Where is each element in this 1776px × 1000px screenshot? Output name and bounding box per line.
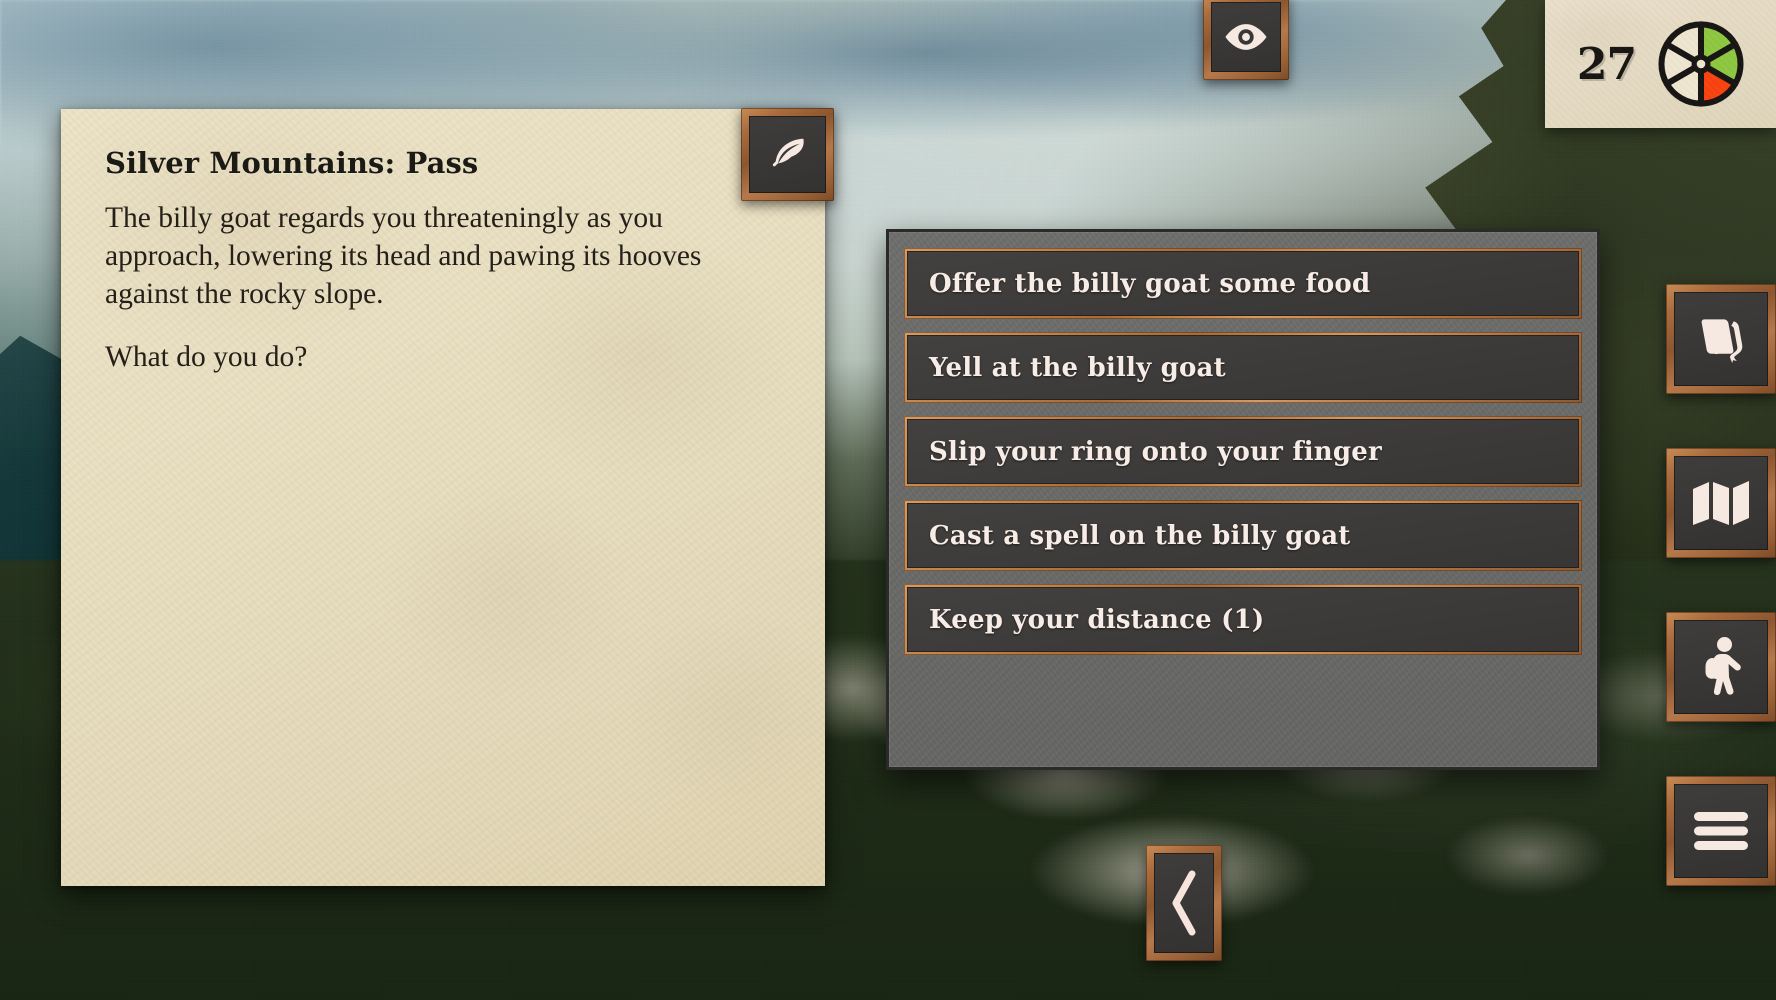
journal-button[interactable] bbox=[1666, 284, 1776, 394]
story-paragraph: The billy goat regards you threateningly… bbox=[105, 202, 702, 310]
story-panel: Silver Mountains: Pass The billy goat re… bbox=[61, 109, 825, 886]
chevron-left-icon bbox=[1172, 870, 1196, 936]
choice-face: Offer the billy goat some food bbox=[907, 251, 1579, 316]
choice-face: Slip your ring onto your finger bbox=[907, 419, 1579, 484]
choice-face: Keep your distance (1) bbox=[907, 587, 1579, 652]
character-button-face bbox=[1674, 620, 1768, 714]
look-button-face bbox=[1211, 2, 1281, 72]
choice-face: Yell at the billy goat bbox=[907, 335, 1579, 400]
choice-label: Keep your distance (1) bbox=[929, 604, 1265, 635]
back-button[interactable] bbox=[1146, 845, 1222, 961]
menu-button-face bbox=[1674, 784, 1768, 878]
choice-label: Slip your ring onto your finger bbox=[929, 436, 1382, 467]
traveler-icon bbox=[1705, 637, 1741, 695]
journal-icon bbox=[1701, 319, 1743, 364]
hud-panel: 27 bbox=[1545, 0, 1776, 128]
choice-list: Offer the billy goat some food Yell at t… bbox=[904, 248, 1582, 655]
turn-counter: 27 bbox=[1576, 38, 1637, 90]
choice-button[interactable]: Yell at the billy goat bbox=[904, 332, 1582, 403]
choice-label: Yell at the billy goat bbox=[929, 352, 1226, 383]
map-button[interactable] bbox=[1666, 448, 1776, 558]
back-button-face bbox=[1154, 853, 1214, 953]
page-title: Silver Mountains: Pass bbox=[105, 146, 479, 180]
choice-button[interactable]: Keep your distance (1) bbox=[904, 584, 1582, 655]
choice-button[interactable]: Cast a spell on the billy goat bbox=[904, 500, 1582, 571]
character-button[interactable] bbox=[1666, 612, 1776, 722]
status-wheel-icon bbox=[1658, 21, 1744, 107]
choices-panel: Offer the billy goat some food Yell at t… bbox=[886, 229, 1600, 770]
choice-label: Offer the billy goat some food bbox=[929, 268, 1371, 299]
map-icon bbox=[1693, 481, 1749, 525]
map-button-face bbox=[1674, 456, 1768, 550]
story-content: Silver Mountains: Pass The billy goat re… bbox=[61, 109, 825, 376]
quill-button-face bbox=[749, 116, 826, 193]
journal-button-face bbox=[1674, 292, 1768, 386]
eye-icon bbox=[1225, 24, 1267, 50]
wheel-hub bbox=[1691, 54, 1711, 74]
menu-icon bbox=[1694, 812, 1748, 850]
quill-icon bbox=[772, 138, 804, 166]
choice-button[interactable]: Offer the billy goat some food bbox=[904, 248, 1582, 319]
choice-label: Cast a spell on the billy goat bbox=[929, 520, 1351, 551]
choice-face: Cast a spell on the billy goat bbox=[907, 503, 1579, 568]
game-screen: Silver Mountains: Pass The billy goat re… bbox=[0, 0, 1776, 1000]
menu-button[interactable] bbox=[1666, 776, 1776, 886]
choice-button[interactable]: Slip your ring onto your finger bbox=[904, 416, 1582, 487]
quill-button[interactable] bbox=[741, 108, 834, 201]
look-button[interactable] bbox=[1203, 0, 1289, 80]
story-prompt: What do you do? bbox=[105, 341, 308, 373]
